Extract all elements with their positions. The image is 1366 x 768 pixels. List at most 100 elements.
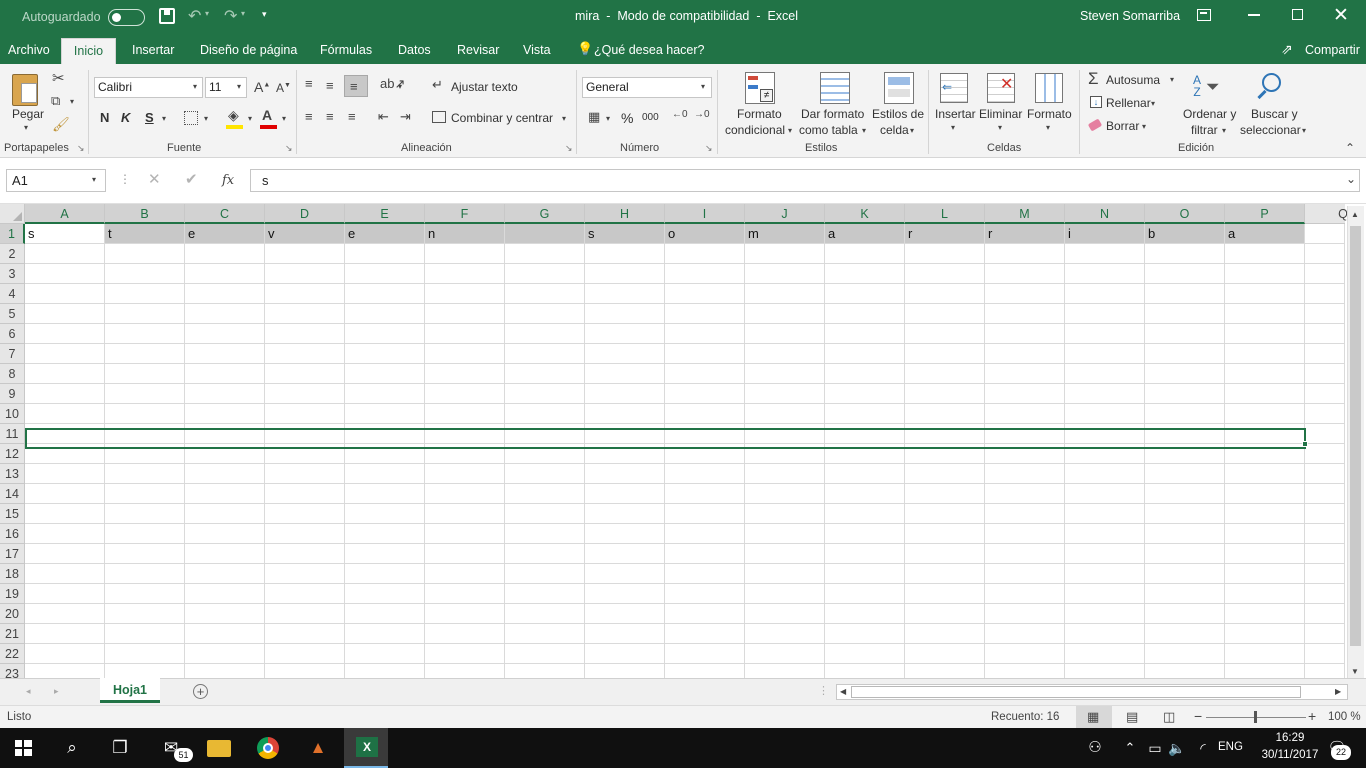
cell-k1[interactable]: a <box>825 224 905 244</box>
grid-cell[interactable] <box>1065 284 1145 304</box>
grid-cell[interactable] <box>585 344 665 364</box>
grid-cell[interactable] <box>825 524 905 544</box>
cell-d1[interactable]: v <box>265 224 345 244</box>
grid-cell[interactable] <box>1305 224 1345 244</box>
grid-cell[interactable] <box>825 644 905 664</box>
grid-cell[interactable] <box>425 344 505 364</box>
grid-cell[interactable] <box>1065 604 1145 624</box>
cell-o1[interactable]: b <box>1145 224 1225 244</box>
grid-cell[interactable] <box>505 384 585 404</box>
comma-style-button[interactable]: 000 <box>642 112 659 123</box>
align-middle-icon[interactable]: ≡ <box>326 79 334 92</box>
align-right-icon[interactable]: ≡ <box>348 110 356 123</box>
grid-cell[interactable] <box>105 244 185 264</box>
cut-icon[interactable]: ✂ <box>52 71 65 86</box>
fill-icon[interactable]: ↓ <box>1090 96 1102 108</box>
format-as-table-icon[interactable] <box>820 72 850 104</box>
cell-j1[interactable]: m <box>745 224 825 244</box>
grid-cell[interactable] <box>105 284 185 304</box>
grid-cell[interactable] <box>265 364 345 384</box>
grid-cell[interactable] <box>1305 644 1345 664</box>
align-left-icon[interactable]: ≡ <box>305 110 313 123</box>
grid-cell[interactable] <box>905 624 985 644</box>
tab-archivo[interactable]: Archivo <box>0 36 58 64</box>
grid-cell[interactable] <box>825 384 905 404</box>
grid-cell[interactable] <box>425 324 505 344</box>
row-header-15[interactable]: 15 <box>0 504 25 524</box>
grid-cell[interactable] <box>985 284 1065 304</box>
grid-cell[interactable] <box>25 424 105 444</box>
find-select-icon[interactable] <box>1262 73 1281 92</box>
grid-cell[interactable] <box>985 464 1065 484</box>
grid-cell[interactable] <box>345 544 425 564</box>
grid-cell[interactable] <box>1305 624 1345 644</box>
grid-cell[interactable] <box>825 324 905 344</box>
grid-cell[interactable] <box>905 604 985 624</box>
grid-cell[interactable] <box>665 604 745 624</box>
fill-color-icon[interactable]: ◈ <box>228 108 239 122</box>
cell-m1[interactable]: r <box>985 224 1065 244</box>
cell-e1[interactable]: e <box>345 224 425 244</box>
grid-cell[interactable] <box>265 404 345 424</box>
horizontal-scroll-thumb[interactable] <box>851 686 1301 698</box>
grid-cell[interactable] <box>185 284 265 304</box>
grid-cell[interactable] <box>1065 304 1145 324</box>
column-header-g[interactable]: G <box>505 204 585 224</box>
grid-cell[interactable] <box>985 544 1065 564</box>
copy-icon[interactable]: ⧉ <box>51 94 60 107</box>
grid-cell[interactable] <box>905 344 985 364</box>
grid-cell[interactable] <box>25 364 105 384</box>
grid-cell[interactable] <box>25 484 105 504</box>
grid-cell[interactable] <box>745 324 825 344</box>
grid-cell[interactable] <box>105 644 185 664</box>
merge-center-icon[interactable] <box>432 111 446 123</box>
clock-date[interactable]: 30/11/2017 <box>1252 749 1328 761</box>
grid-cell[interactable] <box>825 264 905 284</box>
grid-cell[interactable] <box>825 464 905 484</box>
sort-filter-icon[interactable]: AZ <box>1193 74 1201 98</box>
grid-cell[interactable] <box>745 404 825 424</box>
grid-cell[interactable] <box>105 584 185 604</box>
grid-cell[interactable] <box>345 304 425 324</box>
grid-cell[interactable] <box>345 604 425 624</box>
grid-cell[interactable] <box>105 484 185 504</box>
grid-cell[interactable] <box>585 604 665 624</box>
zoom-out-icon[interactable]: − <box>1194 709 1202 723</box>
grid-cell[interactable] <box>505 364 585 384</box>
grid-cell[interactable] <box>1065 584 1145 604</box>
grid-cell[interactable] <box>1225 544 1305 564</box>
grid-cell[interactable] <box>1305 604 1345 624</box>
grid-cell[interactable] <box>905 584 985 604</box>
grid-cell[interactable] <box>665 624 745 644</box>
find-select-label-1[interactable]: Buscar y <box>1251 107 1298 121</box>
font-color-icon[interactable]: A <box>262 108 272 122</box>
grid-cell[interactable] <box>425 244 505 264</box>
grid-cell[interactable] <box>1065 364 1145 384</box>
column-header-f[interactable]: F <box>425 204 505 224</box>
grid-cell[interactable] <box>1145 464 1225 484</box>
grid-cell[interactable] <box>185 364 265 384</box>
cell-b1[interactable]: t <box>105 224 185 244</box>
grid-cell[interactable] <box>25 624 105 644</box>
column-header-partial[interactable]: Q <box>1305 204 1348 224</box>
column-header-e[interactable]: E <box>345 204 425 224</box>
grid-cell[interactable] <box>1305 284 1345 304</box>
increase-font-icon[interactable]: A▲ <box>254 80 270 94</box>
grid-cell[interactable] <box>665 424 745 444</box>
grid-cell[interactable] <box>1145 504 1225 524</box>
row-header-5[interactable]: 5 <box>0 304 25 324</box>
grid-cell[interactable] <box>745 544 825 564</box>
grid-cell[interactable] <box>585 524 665 544</box>
grid-cell[interactable] <box>505 644 585 664</box>
row-header-17[interactable]: 17 <box>0 544 25 564</box>
number-launcher-icon[interactable]: ↘ <box>705 144 713 153</box>
wrap-text-icon[interactable]: ↵ <box>432 78 443 91</box>
grid-cell[interactable] <box>825 584 905 604</box>
cell-l1[interactable]: r <box>905 224 985 244</box>
decrease-decimal-icon[interactable]: →0 <box>694 110 710 120</box>
format-cells-icon[interactable] <box>1035 73 1063 103</box>
grid-cell[interactable] <box>265 324 345 344</box>
grid-cell[interactable] <box>185 664 265 678</box>
grid-cell[interactable] <box>425 484 505 504</box>
scroll-up-icon[interactable]: ▲ <box>1351 211 1359 219</box>
